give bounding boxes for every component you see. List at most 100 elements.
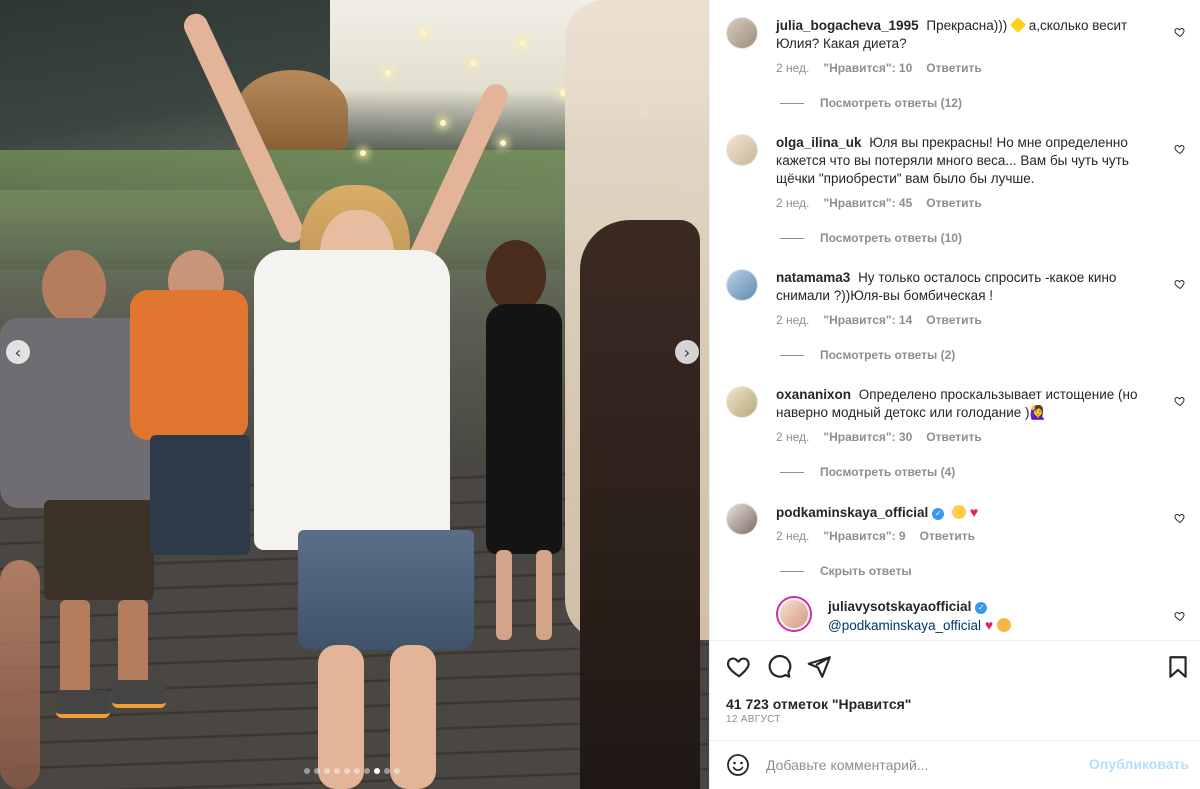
carousel-dot (374, 768, 380, 774)
view-replies-label: Посмотреть ответы (4) (820, 465, 956, 479)
carousel-dot (314, 768, 320, 774)
carousel-dot (384, 768, 390, 774)
comment-time[interactable]: 2 нед. (776, 430, 809, 444)
comment-time[interactable]: 2 нед. (776, 196, 809, 210)
comment-item: olga_ilina_uk Юля вы прекрасны! Но мне о… (726, 134, 1186, 249)
like-heart-icon[interactable] (726, 654, 752, 680)
divider (780, 570, 804, 572)
carousel-dot (354, 768, 360, 774)
mention-link[interactable]: @podkaminskaya_official (828, 618, 981, 633)
likes-count[interactable]: 41 723 отметок "Нравится" (726, 696, 911, 712)
reply-button[interactable]: Ответить (926, 61, 981, 75)
hand-foreground-left (0, 560, 40, 789)
comment-item: oxananixon Определено проскальзывает ист… (726, 386, 1186, 486)
comments-list[interactable]: julia_bogacheva_1995 Прекрасна))) а,скол… (710, 0, 1200, 640)
view-replies-label: Посмотреть ответы (2) (820, 348, 956, 362)
comment-time[interactable]: 2 нед. (776, 529, 809, 543)
red-heart-emoji-icon: ♥ (969, 504, 979, 520)
heart-eyes-emoji-icon (952, 505, 967, 519)
comment-meta: 2 нед. "Нравится": 30 Ответить (776, 430, 982, 444)
post-sidebar: julia_bogacheva_1995 Прекрасна))) а,скол… (709, 0, 1200, 789)
reply-button[interactable]: Ответить (926, 313, 981, 327)
comment-time[interactable]: 2 нед. (776, 313, 809, 327)
view-replies-button[interactable]: Посмотреть ответы (12) (780, 96, 962, 110)
comment-likes[interactable]: "Нравится": 30 (823, 430, 912, 444)
carousel-dot (304, 768, 310, 774)
comment-username[interactable]: natamama3 (776, 270, 850, 285)
bookmark-icon[interactable] (1165, 654, 1191, 680)
carousel-dot (394, 768, 400, 774)
carousel-dots (304, 768, 400, 774)
emoji-smile-icon[interactable] (726, 753, 750, 777)
avatar[interactable] (726, 386, 758, 418)
comment-input[interactable] (766, 753, 1086, 777)
comment-meta: 2 нед. "Нравится": 9 Ответить (776, 529, 975, 543)
heart-icon[interactable] (1174, 512, 1186, 524)
avatar[interactable] (726, 269, 758, 301)
avatar[interactable] (778, 598, 810, 630)
person-center-dancer (170, 9, 550, 789)
view-replies-button[interactable]: Посмотреть ответы (4) (780, 465, 955, 479)
post-photo[interactable]: ‹ › (0, 0, 709, 789)
view-replies-button[interactable]: Посмотреть ответы (2) (780, 348, 955, 362)
comment-likes[interactable]: "Нравится": 14 (823, 313, 912, 327)
comment-text: podkaminskaya_official ✓ ♥ (776, 503, 1156, 522)
star-icon (1010, 17, 1026, 33)
comment-item: natamama3 Ну только осталось спросить -к… (726, 269, 1186, 369)
comment-username[interactable]: olga_ilina_uk (776, 135, 862, 150)
comment-text: julia_bogacheva_1995 Прекрасна))) а,скол… (776, 17, 1156, 53)
heart-icon[interactable] (1174, 395, 1186, 407)
chevron-left-icon[interactable]: ‹ (6, 340, 30, 364)
comment-username[interactable]: julia_bogacheva_1995 (776, 18, 919, 33)
carousel-dot (324, 768, 330, 774)
comment-meta: 2 нед. "Нравится": 10 Ответить (776, 61, 982, 75)
comment-meta: 2 нед. "Нравится": 45 Ответить (776, 196, 982, 210)
divider (780, 237, 804, 239)
view-replies-label: Посмотреть ответы (10) (820, 231, 962, 245)
comment-time[interactable]: 2 нед. (776, 61, 809, 75)
comment-item: podkaminskaya_official ✓ ♥ 2 нед. "Нравит… (726, 503, 1186, 583)
reply-button[interactable]: Ответить (926, 196, 981, 210)
hide-replies-button[interactable]: Скрыть ответы (780, 564, 912, 578)
add-comment-bar: Опубликовать (710, 740, 1200, 789)
reply-button[interactable]: Ответить (926, 430, 981, 444)
post-date[interactable]: 12 АВГУСТ (726, 714, 781, 725)
comment-username[interactable]: oxananixon (776, 387, 851, 402)
reply-username[interactable]: juliavysotskayaofficial (828, 599, 971, 614)
reply-text: juliavysotskayaofficial ✓ @podkaminskaya_… (828, 598, 1148, 635)
comment-text: olga_ilina_uk Юля вы прекрасны! Но мне о… (776, 134, 1156, 188)
chevron-right-icon[interactable]: › (675, 340, 699, 364)
reply-button[interactable]: Ответить (920, 529, 975, 543)
avatar[interactable] (726, 17, 758, 49)
heart-icon[interactable] (1174, 26, 1186, 38)
publish-button[interactable]: Опубликовать (1089, 756, 1189, 772)
comment-likes[interactable]: "Нравится": 9 (823, 529, 905, 543)
person-dark-hair-right (580, 220, 700, 789)
verified-badge-icon: ✓ (975, 602, 988, 614)
comment-likes[interactable]: "Нравится": 45 (823, 196, 912, 210)
share-paper-plane-icon[interactable] (806, 654, 832, 680)
comment-item: julia_bogacheva_1995 Прекрасна))) а,скол… (726, 17, 1186, 117)
comment-meta: 2 нед. "Нравится": 14 Ответить (776, 313, 982, 327)
view-replies-button[interactable]: Посмотреть ответы (10) (780, 231, 962, 245)
verified-badge-icon: ✓ (932, 508, 945, 520)
comment-icon[interactable] (766, 654, 792, 680)
comment-likes[interactable]: "Нравится": 10 (823, 61, 912, 75)
carousel-dot (364, 768, 370, 774)
divider (780, 471, 804, 473)
divider (780, 354, 804, 356)
heart-icon[interactable] (1174, 610, 1186, 622)
post-actions: 41 723 отметок "Нравится" 12 АВГУСТ (710, 640, 1200, 740)
hide-replies-label: Скрыть ответы (820, 564, 912, 578)
avatar[interactable] (726, 503, 758, 535)
comment-username[interactable]: podkaminskaya_official (776, 505, 928, 520)
heart-icon[interactable] (1174, 143, 1186, 155)
view-replies-label: Посмотреть ответы (12) (820, 96, 962, 110)
heart-icon[interactable] (1174, 278, 1186, 290)
divider (780, 102, 804, 104)
comment-text: natamama3 Ну только осталось спросить -к… (776, 269, 1156, 305)
red-heart-emoji-icon: ♥ (984, 617, 994, 633)
avatar[interactable] (726, 134, 758, 166)
person-raising-hands-emoji-icon (996, 618, 1011, 632)
reply-item: juliavysotskayaofficial ✓ @podkaminskaya_… (778, 598, 1186, 638)
